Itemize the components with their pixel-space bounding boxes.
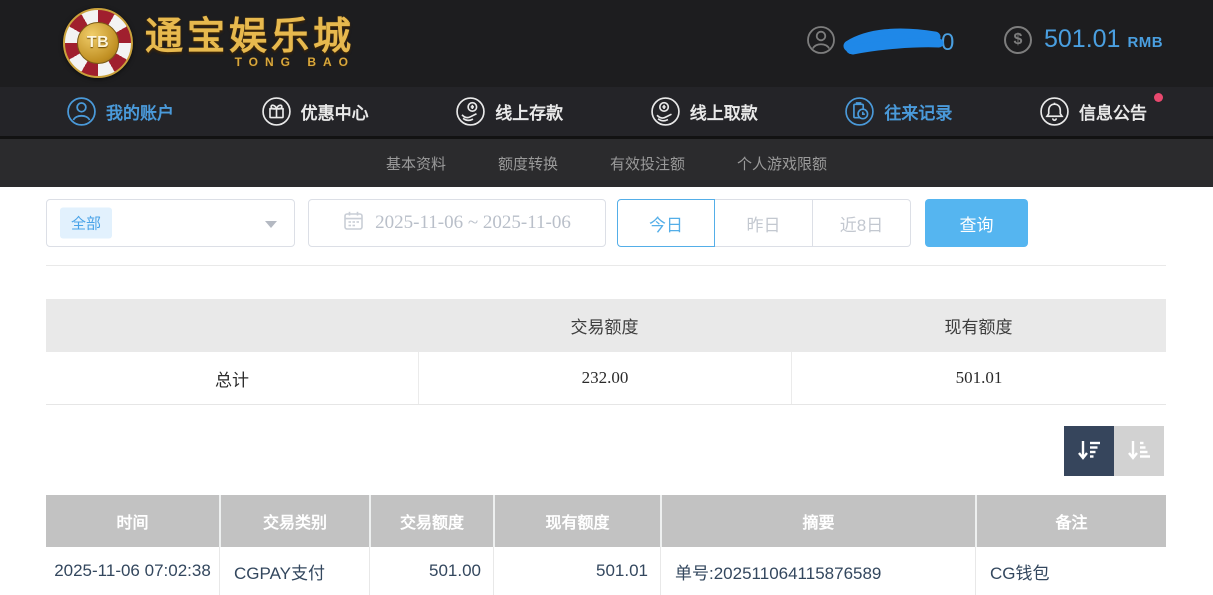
nav-label: 我的账户: [106, 99, 174, 124]
nav-item-online-withdrawal[interactable]: 线上取款: [650, 96, 758, 127]
records-icon: [844, 96, 875, 127]
main-nav: 我的账户 优惠中心 线上存款: [0, 87, 1213, 136]
summary-header-current-amount: 现有额度: [791, 299, 1166, 352]
user-account-area[interactable]: 0: [806, 25, 954, 60]
tx-balance: 501.01: [493, 547, 660, 595]
tx-header-amount: 交易额度: [369, 495, 493, 547]
nav-label: 线上存款: [495, 99, 563, 124]
nav-item-my-account[interactable]: 我的账户: [66, 96, 174, 127]
user-avatar-icon: [806, 25, 836, 60]
dollar-icon: $: [1004, 26, 1032, 54]
date-range-input[interactable]: 2025-11-06 ~ 2025-11-06: [308, 199, 606, 247]
transaction-type-select[interactable]: 全部: [46, 199, 295, 247]
calendar-icon: [343, 210, 364, 236]
summary-table-row: 总计 232.00 501.01: [46, 352, 1166, 405]
date-range-value: 2025-11-06 ~ 2025-11-06: [375, 212, 571, 234]
filter-row: 全部 2025-11-06 ~ 2025-11-06 今日 昨日 近8日 查询: [46, 199, 1028, 247]
tx-header-summary: 摘要: [660, 495, 975, 547]
nav-item-promotions[interactable]: 优惠中心: [261, 96, 369, 127]
sort-controls: [1064, 426, 1164, 476]
summary-current-amount: 501.01: [791, 352, 1166, 404]
segment-yesterday[interactable]: 昨日: [715, 199, 813, 247]
tx-amount: 501.00: [369, 547, 493, 595]
tx-header-remark: 备注: [975, 495, 1166, 547]
username-redaction-scribble: [843, 27, 945, 62]
gift-icon: [261, 96, 292, 127]
tx-remark: CG钱包: [975, 547, 1166, 595]
tx-summary: 单号:202511064115876589: [660, 547, 975, 595]
query-button[interactable]: 查询: [925, 199, 1028, 247]
nav-label: 往来记录: [884, 99, 952, 124]
withdraw-icon: [650, 96, 681, 127]
bell-icon: [1039, 96, 1070, 127]
chevron-down-icon: [265, 221, 277, 228]
tx-type: CGPAY支付: [219, 547, 369, 595]
tx-header-type: 交易类别: [219, 495, 369, 547]
deposit-icon: [455, 96, 486, 127]
balance-currency: RMB: [1127, 34, 1163, 51]
quick-date-segments: 今日 昨日 近8日: [617, 199, 911, 247]
sort-descending-icon: [1075, 436, 1103, 467]
summary-total-label: 总计: [46, 352, 418, 404]
chip-monogram: TB: [77, 22, 119, 64]
brand-logo[interactable]: TB 通宝娱乐城 TONG BAO: [63, 8, 355, 78]
selected-type-tag[interactable]: 全部: [60, 208, 112, 239]
brand-text: 通宝娱乐城 TONG BAO: [145, 17, 355, 69]
tx-header-balance: 现有额度: [493, 495, 660, 547]
summary-table: 交易额度 现有额度 总计 232.00 501.01: [46, 299, 1166, 405]
tx-time: 2025-11-06 07:02:38: [46, 547, 219, 595]
section-divider: [46, 265, 1166, 266]
transaction-row: 2025-11-06 07:02:38 CGPAY支付 501.00 501.0…: [46, 547, 1166, 595]
balance-area[interactable]: $ 501.01 RMB: [1004, 25, 1163, 54]
brand-name-cn: 通宝娱乐城: [145, 17, 355, 59]
tx-header-time: 时间: [46, 495, 219, 547]
summary-table-header: 交易额度 现有额度: [46, 299, 1166, 352]
nav-item-transaction-records[interactable]: 往来记录: [844, 96, 952, 127]
main-content: 全部 2025-11-06 ~ 2025-11-06 今日 昨日 近8日 查询: [0, 187, 1213, 595]
summary-transaction-amount: 232.00: [418, 352, 791, 404]
subnav-item-basic-info[interactable]: 基本资料: [386, 153, 446, 174]
subnav-item-credit-transfer[interactable]: 额度转换: [498, 153, 558, 174]
segment-today[interactable]: 今日: [617, 199, 715, 247]
subnav-item-personal-game-limit[interactable]: 个人游戏限额: [737, 153, 827, 174]
sort-ascending-button[interactable]: [1114, 426, 1164, 476]
sub-nav: 基本资料 额度转换 有效投注额 个人游戏限额: [0, 136, 1213, 187]
nav-item-notices[interactable]: 信息公告: [1039, 96, 1147, 127]
subnav-item-valid-bets[interactable]: 有效投注额: [610, 153, 685, 174]
nav-label: 线上取款: [690, 99, 758, 124]
balance-amount: 501.01: [1044, 25, 1120, 54]
sort-descending-button[interactable]: [1064, 426, 1114, 476]
summary-header-transaction-amount: 交易额度: [418, 299, 791, 352]
transactions-table-header: 时间 交易类别 交易额度 现有额度 摘要 备注: [46, 495, 1166, 547]
user-icon: [66, 96, 97, 127]
segment-last-8-days[interactable]: 近8日: [813, 199, 911, 247]
nav-label: 信息公告: [1079, 99, 1147, 124]
transactions-table: 时间 交易类别 交易额度 现有额度 摘要 备注 2025-11-06 07:02…: [46, 495, 1166, 595]
top-header: TB 通宝娱乐城 TONG BAO 0 $ 501.01 RMB: [0, 0, 1213, 87]
sort-ascending-icon: [1125, 436, 1153, 467]
summary-header-empty: [46, 299, 418, 352]
nav-label: 优惠中心: [301, 99, 369, 124]
notification-dot: [1154, 93, 1163, 102]
nav-item-online-deposit[interactable]: 线上存款: [455, 96, 563, 127]
poker-chip-icon: TB: [63, 8, 133, 78]
